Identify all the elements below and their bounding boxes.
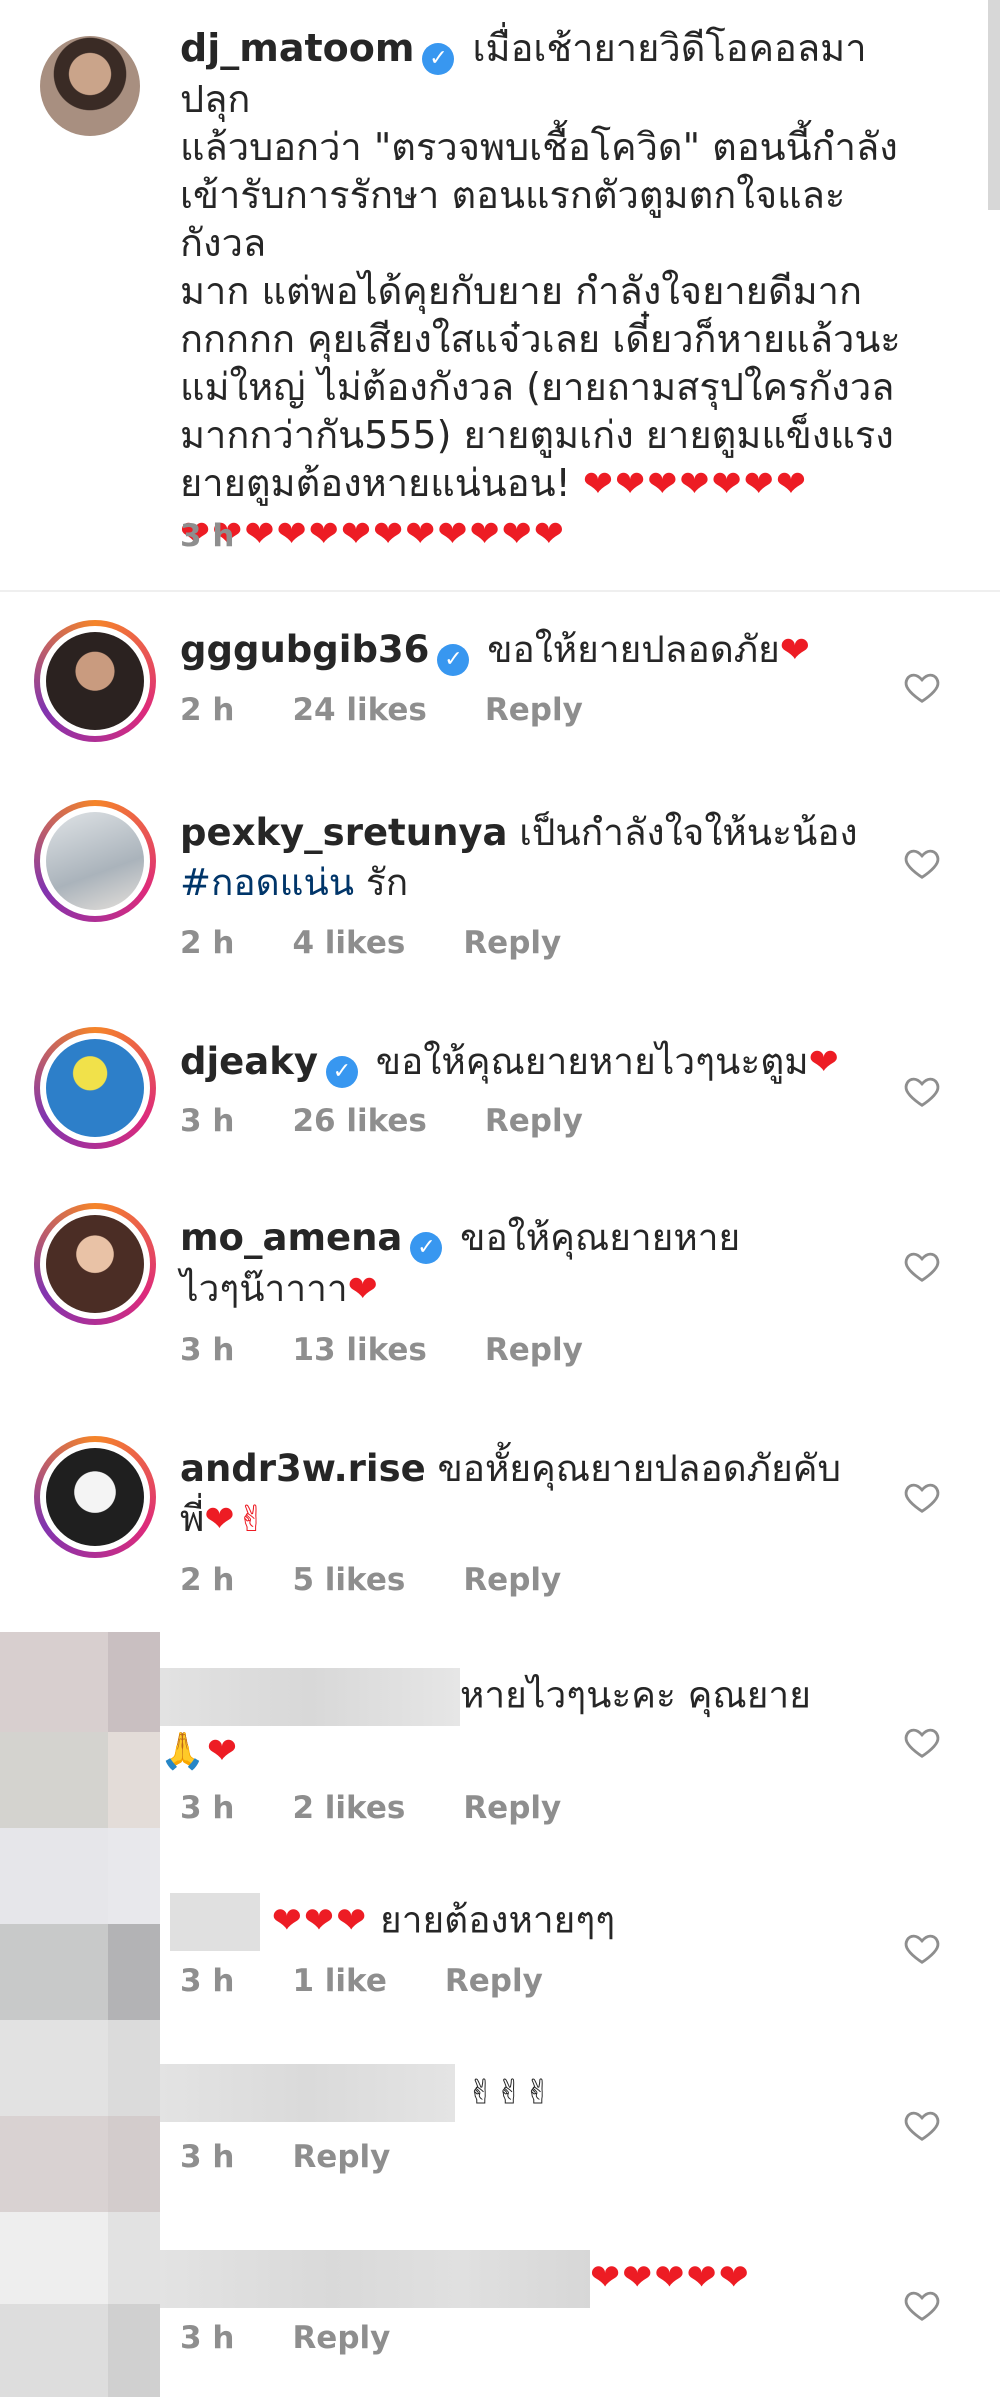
- reply-button[interactable]: Reply: [445, 1963, 543, 1999]
- caption-text: dj_matoom ✓ เมื่อเช้ายายวิดีโอคอลมาปลุก แ…: [180, 24, 920, 559]
- heart-emoji: ❤❤❤❤❤: [590, 2257, 751, 2299]
- comment-username[interactable]: gggubgib36: [180, 628, 429, 671]
- comment-meta: 3 h 1 like Reply: [180, 1963, 601, 1999]
- heart-emoji: 🙏❤: [160, 1731, 239, 1772]
- pixelated-avatars: [0, 1632, 160, 2397]
- avatar[interactable]: [34, 1027, 156, 1149]
- likes-count[interactable]: 13 likes: [292, 1332, 426, 1368]
- verified-badge-icon: ✓: [410, 1232, 443, 1264]
- avatar[interactable]: [34, 620, 156, 742]
- reply-button[interactable]: Reply: [485, 1103, 583, 1139]
- comment-username[interactable]: pexky_sretunya: [180, 811, 508, 854]
- heart-outline-icon[interactable]: [903, 1072, 941, 1110]
- heart-outline-icon[interactable]: [903, 1929, 941, 1967]
- comment-text: djeaky ✓ ขอให้คุณยายหายไวๆนะตูม❤: [180, 1037, 870, 1088]
- divider: [0, 590, 1000, 592]
- redacted-username: [170, 1893, 260, 1951]
- heart-emoji: ❤: [808, 1042, 841, 1083]
- comment-text: pexky_sretunya เป็นกำลังใจให้นะน้อง #กอด…: [180, 811, 858, 904]
- comment-time: 3 h: [180, 2139, 235, 2175]
- caption-meta: 3 h: [180, 518, 292, 554]
- heart-outline-icon[interactable]: [903, 1478, 941, 1516]
- reply-button[interactable]: Reply: [485, 692, 583, 728]
- comment-time: 3 h: [180, 1963, 235, 1999]
- comment-time: 2 h: [180, 925, 235, 961]
- heart-outline-icon[interactable]: [903, 1723, 941, 1761]
- comment-time: 2 h: [180, 692, 235, 728]
- reply-button[interactable]: Reply: [292, 2320, 390, 2356]
- comment-meta: 2 h 4 likes Reply: [180, 925, 619, 961]
- heart-emoji: ❤❤❤: [271, 1900, 369, 1942]
- comment-text: andr3w.rise ขอหั้ยคุณยายปลอดภัยคับ พี่❤✌: [180, 1447, 841, 1540]
- reply-button[interactable]: Reply: [463, 1562, 561, 1598]
- comment-time: 3 h: [180, 2320, 235, 2356]
- comment-username[interactable]: mo_amena: [180, 1216, 402, 1259]
- caption-block: dj_matoom ✓ เมื่อเช้ายายวิดีโอคอลมาปลุก แ…: [0, 0, 1000, 590]
- heart-outline-icon[interactable]: [903, 2106, 941, 2144]
- redacted-username: [160, 2250, 590, 2308]
- comment-meta: 3 h 26 likes Reply: [180, 1103, 641, 1139]
- avatar[interactable]: [34, 1203, 156, 1325]
- comment-meta: 3 h 13 likes Reply: [180, 1332, 641, 1368]
- comment-username[interactable]: andr3w.rise: [180, 1447, 426, 1490]
- comment-text: mo_amena ✓ ขอให้คุณยายหาย ไวๆน๊าาาา❤: [180, 1216, 741, 1310]
- reply-button[interactable]: Reply: [485, 1332, 583, 1368]
- comment-text: ❤❤❤ ยายต้องหายๆๆ: [170, 1893, 860, 1951]
- verified-badge-icon: ✓: [422, 43, 455, 75]
- comment-username[interactable]: djeaky: [180, 1040, 318, 1083]
- caption-time: 3 h: [180, 518, 235, 554]
- likes-count[interactable]: 4 likes: [292, 925, 405, 961]
- scrollbar[interactable]: [988, 0, 1000, 210]
- avatar[interactable]: [34, 1436, 156, 1558]
- heart-emoji: ❤✌: [204, 1499, 269, 1540]
- caption-username[interactable]: dj_matoom: [180, 26, 414, 70]
- verified-badge-icon: ✓: [437, 644, 470, 676]
- comment-text: ❤❤❤❤❤: [160, 2250, 850, 2308]
- comment-meta: 2 h 24 likes Reply: [180, 692, 641, 728]
- comment-time: 3 h: [180, 1790, 235, 1826]
- reply-button[interactable]: Reply: [463, 1790, 561, 1826]
- verified-badge-icon: ✓: [325, 1056, 358, 1088]
- heart-outline-icon[interactable]: [903, 2286, 941, 2324]
- comment-text: ✌✌✌: [160, 2064, 850, 2122]
- caption-hearts-1: ❤❤❤❤❤❤❤: [582, 464, 809, 505]
- comment-time: 2 h: [180, 1562, 235, 1598]
- redacted-username: [160, 1668, 460, 1726]
- comment-text: หายไวๆนะคะ คุณยาย 🙏❤: [160, 1668, 850, 1777]
- likes-count[interactable]: 5 likes: [292, 1562, 405, 1598]
- heart-outline-icon[interactable]: [903, 844, 941, 882]
- comment-text: gggubgib36 ✓ ขอให้ยายปลอดภัย❤: [180, 625, 870, 676]
- comment-meta: 2 h 5 likes Reply: [180, 1562, 619, 1598]
- comment-meta: 3 h 2 likes Reply: [180, 1790, 619, 1826]
- likes-count[interactable]: 24 likes: [292, 692, 426, 728]
- heart-emoji: ❤: [779, 630, 812, 671]
- caption-avatar[interactable]: [40, 36, 140, 136]
- comment-time: 3 h: [180, 1103, 235, 1139]
- redacted-username: [160, 2064, 455, 2122]
- heart-emoji: ❤: [347, 1269, 380, 1310]
- victory-hand-emoji: ✌✌✌: [466, 2072, 553, 2113]
- heart-outline-icon[interactable]: [903, 668, 941, 706]
- likes-count[interactable]: 26 likes: [292, 1103, 426, 1139]
- comment-time: 3 h: [180, 1332, 235, 1368]
- avatar[interactable]: [34, 800, 156, 922]
- likes-count[interactable]: 1 like: [292, 1963, 386, 1999]
- comment-meta: 3 h Reply: [180, 2139, 448, 2175]
- reply-button[interactable]: Reply: [463, 925, 561, 961]
- heart-outline-icon[interactable]: [903, 1247, 941, 1285]
- hashtag-link[interactable]: #กอดแน่น: [180, 861, 354, 904]
- reply-button[interactable]: Reply: [292, 2139, 390, 2175]
- likes-count[interactable]: 2 likes: [292, 1790, 405, 1826]
- caption-body: เมื่อเช้ายายวิดีโอคอลมาปลุก แล้วบอกว่า "…: [180, 26, 901, 505]
- comment-meta: 3 h Reply: [180, 2320, 448, 2356]
